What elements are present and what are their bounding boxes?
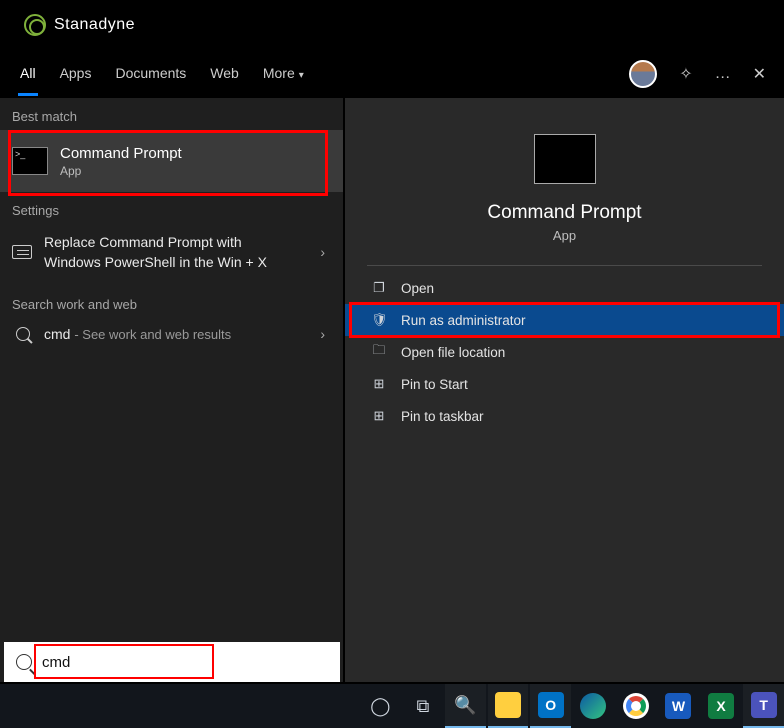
web-hint: - See work and web results <box>74 327 231 342</box>
pin-icon: ⊞ <box>371 408 387 424</box>
cmd-icon <box>12 147 48 175</box>
divider <box>367 265 762 266</box>
action-open[interactable]: ❐ Open <box>349 272 780 304</box>
more-icon[interactable]: … <box>715 65 731 83</box>
taskbar: ◯ ⧉ 🔍 O W X T <box>0 684 784 728</box>
tab-more-label: More <box>263 65 295 81</box>
action-label: Pin to taskbar <box>401 409 484 424</box>
tab-more[interactable]: More ▾ <box>261 53 306 96</box>
action-pin-taskbar[interactable]: ⊞ Pin to taskbar <box>349 400 780 432</box>
shield-icon: 🛡 <box>371 312 387 328</box>
user-avatar[interactable] <box>629 60 657 88</box>
action-pin-start[interactable]: ⊞ Pin to Start <box>349 368 780 400</box>
brand-logo-icon <box>24 14 46 36</box>
tab-apps[interactable]: Apps <box>58 53 94 96</box>
main-content: Best match Command Prompt App Settings R… <box>0 98 784 682</box>
action-run-admin[interactable]: 🛡 Run as administrator <box>345 304 784 336</box>
taskbar-teams[interactable]: T <box>743 684 784 728</box>
taskbar-excel[interactable]: X <box>701 684 742 728</box>
search-filter-header: All Apps Documents Web More ▾ ✧ … ✕ <box>0 50 784 98</box>
task-view-button[interactable]: ⧉ <box>403 684 444 728</box>
settings-result[interactable]: Replace Command Prompt with Windows Powe… <box>0 224 343 281</box>
taskbar-word[interactable]: W <box>658 684 699 728</box>
cortana-button[interactable]: ◯ <box>360 684 401 728</box>
settings-item-text: Replace Command Prompt with Windows Powe… <box>44 232 284 273</box>
settings-label: Settings <box>0 192 343 224</box>
search-icon <box>16 654 32 670</box>
folder-icon: 🗀 <box>371 341 387 363</box>
preview-pane: Command Prompt App ❐ Open 🛡 Run as admin… <box>343 98 784 682</box>
web-result[interactable]: cmd - See work and web results › <box>0 318 343 350</box>
best-match-label: Best match <box>0 98 343 130</box>
action-label: Open file location <box>401 345 505 360</box>
web-result-text: cmd - See work and web results <box>44 326 231 342</box>
action-label: Pin to Start <box>401 377 468 392</box>
web-label: Search work and web <box>0 281 343 318</box>
chevron-right-icon: › <box>320 244 325 260</box>
settings-item-icon <box>12 245 32 259</box>
action-open-location[interactable]: 🗀 Open file location <box>349 336 780 368</box>
brand-bar: Stanadyne <box>0 0 784 50</box>
best-match-result[interactable]: Command Prompt App <box>0 130 343 192</box>
best-match-title: Command Prompt <box>60 145 182 162</box>
action-label: Open <box>401 281 434 296</box>
tab-documents[interactable]: Documents <box>113 53 188 96</box>
chevron-down-icon: ▾ <box>299 70 304 81</box>
filter-tabs: All Apps Documents Web More ▾ <box>18 53 306 96</box>
preview-title: Command Prompt <box>345 202 784 224</box>
preview-subtitle: App <box>345 228 784 243</box>
tab-all[interactable]: All <box>18 53 38 96</box>
search-input[interactable] <box>42 654 340 671</box>
taskbar-search-button[interactable]: 🔍 <box>445 684 486 728</box>
tab-web[interactable]: Web <box>208 53 241 96</box>
search-bar[interactable] <box>4 642 340 682</box>
chevron-right-icon: › <box>320 326 325 342</box>
preview-app-icon <box>534 134 596 184</box>
taskbar-edge[interactable] <box>573 684 614 728</box>
taskbar-explorer[interactable] <box>488 684 529 728</box>
feedback-icon[interactable]: ✧ <box>679 64 692 84</box>
taskbar-outlook[interactable]: O <box>530 684 571 728</box>
open-icon: ❐ <box>371 280 387 296</box>
close-icon[interactable]: ✕ <box>753 64 766 84</box>
pin-icon: ⊞ <box>371 376 387 392</box>
brand-text: Stanadyne <box>54 16 135 34</box>
search-icon <box>16 327 30 341</box>
results-pane: Best match Command Prompt App Settings R… <box>0 98 343 682</box>
taskbar-chrome[interactable] <box>616 684 657 728</box>
web-query: cmd <box>44 326 70 342</box>
best-match-subtitle: App <box>60 164 182 178</box>
action-label: Run as administrator <box>401 313 526 328</box>
